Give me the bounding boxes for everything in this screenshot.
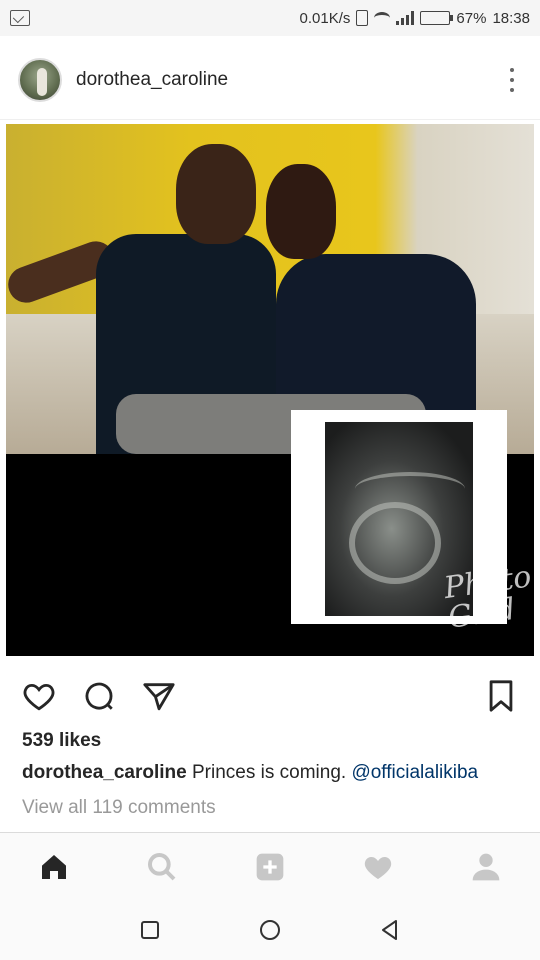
caption-mention[interactable]: @officialalikiba — [351, 762, 478, 783]
add-post-icon[interactable] — [250, 847, 290, 887]
couple-photo — [6, 124, 534, 454]
screenshot-icon — [10, 10, 30, 26]
post-username[interactable]: dorothea_caroline — [76, 69, 228, 91]
back-button[interactable] — [375, 915, 405, 945]
status-indicators: 0.01K/s 67% 18:38 — [300, 10, 530, 27]
more-options-icon[interactable] — [502, 66, 522, 94]
post-photo[interactable]: Photo Grid — [6, 124, 534, 656]
system-navigation — [0, 900, 540, 960]
watermark: Photo Grid — [441, 559, 534, 636]
system-home-button[interactable] — [255, 915, 285, 945]
caption-text: Princes is coming. — [186, 762, 352, 783]
post-caption: dorothea_caroline Princes is coming. @of… — [22, 762, 478, 784]
caption-username[interactable]: dorothea_caroline — [22, 762, 187, 783]
vibrate-icon — [356, 10, 369, 26]
search-icon[interactable] — [142, 847, 182, 887]
status-bar: 0.01K/s 67% 18:38 — [0, 0, 540, 36]
signal-icon — [396, 11, 415, 25]
share-icon[interactable] — [142, 679, 176, 713]
activity-heart-icon[interactable] — [358, 847, 398, 887]
likes-count[interactable]: 539 likes — [22, 730, 101, 752]
home-icon[interactable] — [34, 847, 74, 887]
avatar[interactable] — [18, 57, 62, 102]
network-speed: 0.01K/s — [299, 9, 351, 27]
post-header: dorothea_caroline — [0, 40, 540, 120]
wifi-icon — [374, 12, 391, 24]
view-comments-link[interactable]: View all 119 comments — [22, 797, 216, 819]
clock: 18:38 — [492, 9, 530, 27]
heart-icon[interactable] — [22, 679, 56, 713]
post-actions — [0, 668, 540, 724]
comment-icon[interactable] — [82, 679, 116, 713]
bookmark-icon[interactable] — [484, 679, 518, 713]
bottom-navigation — [0, 832, 540, 900]
battery-percent: 67% — [456, 9, 487, 27]
battery-icon — [420, 11, 454, 25]
profile-icon[interactable] — [466, 847, 506, 887]
recents-button[interactable] — [135, 915, 165, 945]
